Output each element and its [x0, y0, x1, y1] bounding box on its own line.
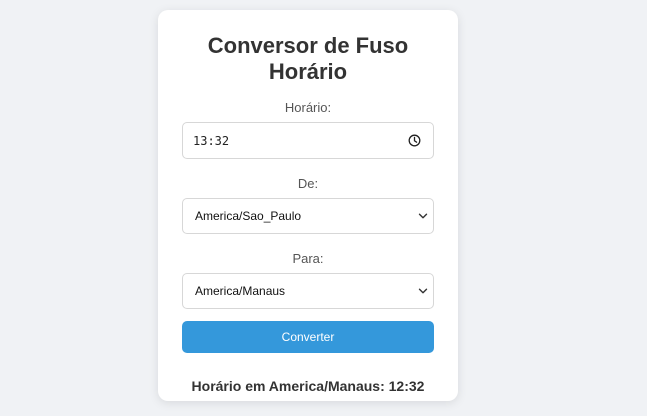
convert-button[interactable]: Converter	[182, 321, 434, 353]
time-label: Horário:	[284, 100, 332, 115]
from-timezone-select[interactable]: America/Sao_Paulo	[182, 198, 434, 234]
from-label: De:	[297, 176, 319, 191]
chevron-down-icon	[418, 213, 428, 219]
chevron-down-icon	[418, 288, 428, 294]
time-input-value: 13:32	[193, 134, 230, 148]
to-timezone-value: America/Manaus	[195, 284, 286, 298]
converter-card: Conversor de Fuso Horário Horário: 13:32…	[158, 10, 458, 401]
time-input[interactable]: 13:32	[182, 122, 434, 159]
to-label: Para:	[292, 251, 324, 266]
clock-icon[interactable]	[408, 134, 421, 147]
to-timezone-select[interactable]: America/Manaus	[182, 273, 434, 309]
from-timezone-value: America/Sao_Paulo	[195, 209, 302, 223]
page-title: Conversor de Fuso Horário	[207, 33, 409, 84]
conversion-result: Horário em America/Manaus: 12:32	[191, 378, 425, 394]
